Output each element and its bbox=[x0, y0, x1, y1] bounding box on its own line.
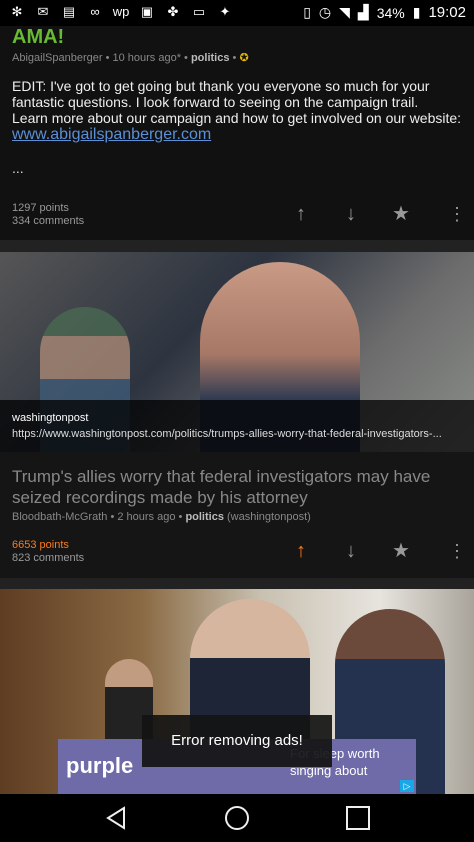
photo-icon: ▣ bbox=[140, 4, 154, 19]
adchoices-icon[interactable]: ▷ bbox=[400, 780, 414, 792]
post-body-learn: Learn more about our campaign and how to… bbox=[12, 110, 462, 126]
post-score: 1297 points 334 comments bbox=[12, 202, 84, 228]
post-time: 2 hours ago bbox=[117, 511, 176, 523]
laptop-icon: ▭ bbox=[192, 4, 206, 19]
post-title[interactable]: Trump's allies worry that federal invest… bbox=[12, 466, 462, 508]
link-preview-bar[interactable]: washingtonpost https://www.washingtonpos… bbox=[0, 400, 474, 452]
post-card-ama[interactable]: AMA! AbigailSpanberger • 10 hours ago* •… bbox=[0, 26, 474, 240]
points-count: 6653 points bbox=[12, 539, 69, 551]
points-count: 1297 points bbox=[12, 202, 69, 214]
vibrate-icon: ▯ bbox=[303, 4, 311, 20]
back-icon bbox=[106, 806, 125, 830]
twitter-icon: ✦ bbox=[219, 4, 231, 19]
upvote-button[interactable]: ↑ bbox=[286, 536, 316, 566]
post-body: EDIT: I've got to get going but thank yo… bbox=[12, 78, 462, 143]
voicemail-icon: ∞ bbox=[90, 4, 100, 19]
save-star-button[interactable]: ★ bbox=[386, 199, 416, 229]
downvote-button[interactable]: ↓ bbox=[336, 536, 366, 566]
battery-percent: 34% bbox=[376, 4, 405, 21]
toast-message: Error removing ads! bbox=[142, 715, 332, 767]
post-meta: Bloodbath-McGrath • 2 hours ago • politi… bbox=[12, 511, 311, 523]
upvote-button[interactable]: ↑ bbox=[286, 199, 316, 229]
home-button[interactable] bbox=[217, 802, 257, 834]
android-nav-bar bbox=[0, 794, 474, 842]
post-author[interactable]: AbigailSpanberger bbox=[12, 52, 103, 64]
post-body-ellipsis: ... bbox=[12, 160, 24, 176]
message-icon: ▤ bbox=[62, 4, 76, 19]
more-options-button[interactable]: ⋮ bbox=[442, 199, 472, 229]
post-subreddit[interactable]: politics bbox=[185, 511, 224, 523]
back-button[interactable] bbox=[96, 802, 136, 834]
gold-award-icon: ✪ bbox=[239, 52, 249, 64]
post-time: 10 hours ago* bbox=[112, 52, 181, 64]
post-meta: AbigailSpanberger • 10 hours ago* • poli… bbox=[12, 52, 249, 64]
system-icons: ▯ ◷ ◥ ▟ 34% ▮ 19:02 bbox=[303, 4, 466, 21]
post-actions: ↑ ↓ ★ ⋮ bbox=[274, 199, 474, 229]
recents-button[interactable] bbox=[338, 802, 378, 834]
post-actions: ↑ ↓ ★ ⋮ bbox=[274, 536, 474, 566]
comments-count[interactable]: 334 comments bbox=[12, 215, 84, 228]
card-divider bbox=[0, 240, 474, 252]
mail-icon: ✉ bbox=[37, 4, 49, 19]
alarm-icon: ◷ bbox=[318, 4, 332, 20]
save-star-button[interactable]: ★ bbox=[386, 536, 416, 566]
wifi-icon: ◥ bbox=[339, 4, 350, 20]
clock: 19:02 bbox=[428, 4, 466, 21]
wp-icon: wp bbox=[112, 4, 130, 19]
post-author[interactable]: Bloodbath-McGrath bbox=[12, 511, 107, 523]
post-subreddit[interactable]: politics bbox=[191, 52, 230, 64]
card-divider bbox=[0, 578, 474, 589]
home-icon bbox=[225, 806, 249, 830]
campaign-website-link[interactable]: www.abigailspanberger.com bbox=[12, 126, 211, 143]
link-domain: washingtonpost bbox=[12, 412, 89, 424]
ad-brand: purple bbox=[66, 753, 134, 778]
pinwheel-icon: ✤ bbox=[167, 4, 179, 19]
post-title[interactable]: AMA! bbox=[12, 26, 64, 49]
comments-count[interactable]: 823 comments bbox=[12, 552, 84, 565]
battery-icon: ▮ bbox=[412, 4, 421, 20]
signal-icon: ▟ bbox=[357, 4, 369, 20]
more-options-button[interactable]: ⋮ bbox=[442, 536, 472, 566]
post-score: 6653 points 823 comments bbox=[12, 539, 84, 565]
downvote-button[interactable]: ↓ bbox=[336, 199, 366, 229]
recents-icon bbox=[346, 806, 370, 830]
slack-icon: ✻ bbox=[11, 4, 23, 19]
notification-icons: ✻ ✉ ▤ ∞ wp ▣ ✤ ▭ ✦ bbox=[8, 4, 234, 20]
post-body-edit: EDIT: I've got to get going but thank yo… bbox=[12, 78, 430, 110]
link-url[interactable]: https://www.washingtonpost.com/politics/… bbox=[12, 428, 464, 440]
post-source: (washingtonpost) bbox=[227, 511, 311, 523]
status-bar: ✻ ✉ ▤ ∞ wp ▣ ✤ ▭ ✦ ▯ ◷ ◥ ▟ 34% ▮ 19:02 bbox=[0, 0, 474, 26]
